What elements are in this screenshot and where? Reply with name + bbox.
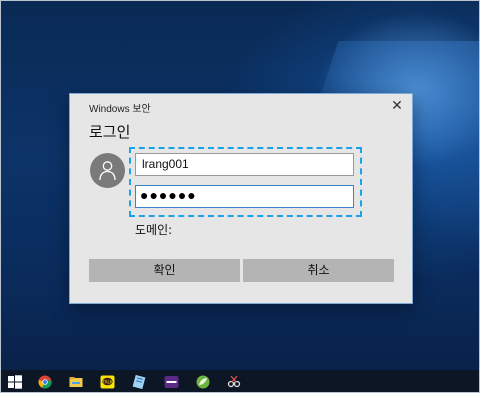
file-explorer-icon[interactable] [69,374,83,388]
taskbar: TALK [1,370,479,392]
notepad-icon[interactable] [132,374,146,390]
user-avatar-icon [90,153,125,188]
domain-label: 도메인: [135,223,173,237]
password-input[interactable]: ●●●●●● [135,185,354,208]
svg-text:TALK: TALK [101,379,112,384]
close-icon[interactable]: ✕ [391,99,403,113]
dialog-heading: 로그인 [89,123,131,141]
snipping-tool-icon[interactable] [227,374,241,388]
ok-button[interactable]: 확인 [89,259,240,282]
cancel-button[interactable]: 취소 [243,259,394,282]
spring-tool-icon[interactable] [196,374,210,389]
username-input[interactable]: lrang001 [135,153,354,176]
kakaotalk-icon[interactable]: TALK [100,374,115,389]
media-player-icon[interactable] [164,374,179,388]
dialog-window-title: Windows 보안 [89,104,151,115]
desktop: Windows 보안 ✕ 로그인 lrang001 ●●●●●● 도메인: 확인… [0,0,480,393]
chrome-icon[interactable] [38,374,52,389]
windows-start-icon[interactable] [8,374,22,389]
windows-security-dialog: Windows 보안 ✕ 로그인 lrang001 ●●●●●● 도메인: 확인… [69,93,413,304]
